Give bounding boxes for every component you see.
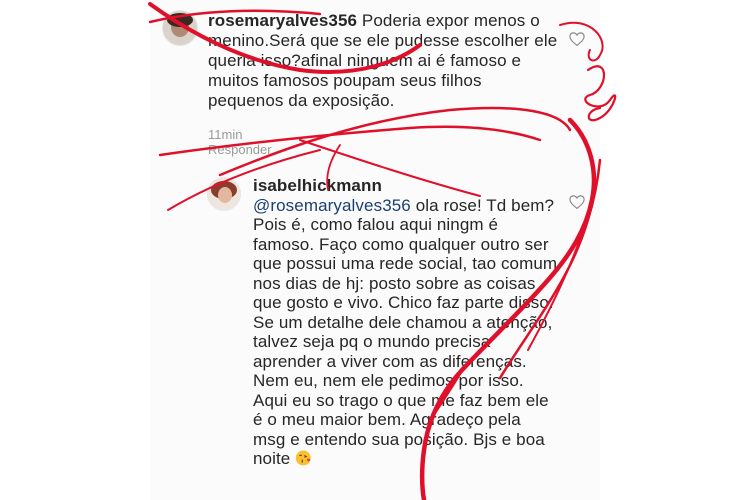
avatar[interactable] bbox=[207, 177, 241, 211]
comment-meta: 11min Responder bbox=[208, 127, 284, 157]
comment-time: 11min bbox=[208, 127, 243, 142]
comments-screenshot: rosemaryalves356 Poderia expor menos o m… bbox=[150, 0, 600, 500]
face-blowing-kiss-icon bbox=[295, 450, 311, 466]
heart-outline-icon[interactable] bbox=[568, 30, 586, 48]
reply-button[interactable]: Responder bbox=[208, 142, 272, 157]
heart-outline-icon[interactable] bbox=[568, 193, 586, 211]
avatar[interactable] bbox=[162, 10, 198, 46]
comment-username[interactable]: rosemaryalves356 bbox=[208, 11, 357, 30]
comment-username[interactable]: isabelhickmann bbox=[253, 176, 382, 195]
comment-text: rosemaryalves356 Poderia expor menos o m… bbox=[208, 11, 558, 111]
avatar-hair bbox=[167, 13, 193, 27]
comment-text: isabelhickmann @rosemaryalves356 ola ros… bbox=[253, 176, 558, 469]
comment-body: ola rose! Td bem? Pois é, como falou aqu… bbox=[253, 195, 558, 469]
mention-link[interactable]: @rosemaryalves356 bbox=[253, 196, 411, 215]
avatar-face bbox=[218, 187, 232, 203]
